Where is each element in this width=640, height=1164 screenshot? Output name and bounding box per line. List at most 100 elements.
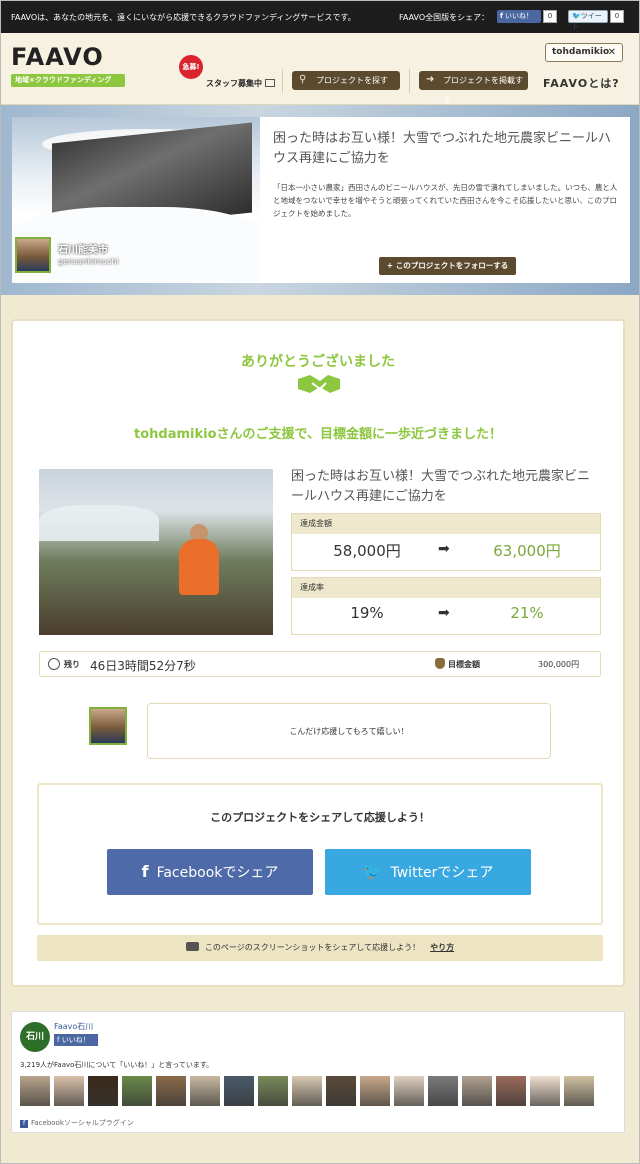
follow-project-button[interactable]: + このプロジェクトをフォローする <box>379 257 516 275</box>
fan-avatar[interactable] <box>292 1076 322 1106</box>
camera-icon <box>185 942 199 951</box>
supporter-avatar[interactable] <box>89 707 127 745</box>
project-cover-photo[interactable]: 石川能美市 gensankimuchi <box>12 117 260 283</box>
find-project-label: プロジェクトを探す <box>316 76 388 85</box>
goal-label: 目標金額 <box>448 660 480 669</box>
facebook-share-label: Facebookでシェア <box>156 865 279 881</box>
facebook-share-button[interactable]: f Facebookでシェア <box>107 849 313 895</box>
remaining-time-bar: 残り 46日3時間52分7秒 目標金額 300,000円 <box>39 651 601 677</box>
staff-recruit-label: スタッフ募集中 <box>206 79 262 88</box>
twitter-icon: 🐦 <box>362 862 383 881</box>
page-name-link[interactable]: Faavo石川 <box>54 1021 93 1032</box>
post-project-button[interactable]: ➜ プロジェクトを掲載する <box>419 71 528 104</box>
screenshot-share-bar: このページのスクリーンショットをシェアして応援しよう！ やり方 <box>37 935 603 961</box>
fan-avatar[interactable] <box>564 1076 594 1106</box>
clock-icon <box>48 658 60 670</box>
fb-like-count: 0 <box>543 10 557 23</box>
facebook-icon: f <box>141 862 149 881</box>
facebook-page-plugin: 石川 Faavo石川 f いいね！ 3,219人がFaavo石川について「いいね… <box>11 1011 625 1133</box>
plugin-footer[interactable]: f Facebookソーシャルプラグイン <box>20 1118 134 1128</box>
window-icon <box>265 79 275 87</box>
thanks-panel: ありがとうございました tohdamikioさんのご支援で、目標金額に一歩近づき… <box>11 319 625 987</box>
remaining-label: 残り <box>64 660 80 669</box>
fan-avatar[interactable] <box>258 1076 288 1106</box>
fan-avatar[interactable] <box>156 1076 186 1106</box>
fan-avatar[interactable] <box>360 1076 390 1106</box>
photo-detail <box>179 539 219 595</box>
like-count-text: 3,219人がFaavo石川について「いいね！」と言っています。 <box>20 1061 214 1069</box>
project-photo[interactable] <box>39 469 273 635</box>
thanks-heading: ありがとうございました <box>241 354 395 370</box>
fan-avatar[interactable] <box>428 1076 458 1106</box>
money-bag-icon <box>435 658 445 669</box>
find-project-button[interactable]: ⚲ プロジェクトを探す <box>292 71 400 90</box>
facebook-icon: f <box>500 12 504 20</box>
post-icon: ➜ <box>426 74 435 85</box>
page-frame: FAAVOは、あなたの地元を、遠くにいながら応援できるクラウドファンディングサー… <box>0 0 640 1164</box>
share-heading: このプロジェクトをシェアして応援しよう！ <box>210 811 430 824</box>
project-description: 「日本一小さい農家」西田さんのビニールハウスが、先日の雪で潰れてしまいました。い… <box>273 183 618 218</box>
fan-avatar[interactable] <box>326 1076 356 1106</box>
support-message: tohdamikioさんのご支援で、目標金額に一歩近づきました！ <box>134 427 502 442</box>
logo-subtitle: 地域×クラウドファンディング <box>11 74 125 87</box>
twitter-share-label: Twitterでシェア <box>390 865 494 881</box>
supporter-comment: こんだけ応援してもろて嬉しい！ <box>147 703 551 759</box>
arrow-right-icon: ➡ <box>438 541 450 557</box>
tweet-count: 0 <box>610 10 624 23</box>
twitter-icon: 🐦 <box>572 12 581 20</box>
fb-like-button[interactable]: f いいね！ <box>497 10 541 23</box>
owner-name[interactable]: 石川能美市 <box>58 241 108 256</box>
user-name: tohdamikio <box>552 47 610 57</box>
amount-stat: 達成金額 58,000円 ➡ 63,000円 <box>291 513 601 571</box>
twitter-share-button[interactable]: 🐦 Twitterでシェア <box>325 849 531 895</box>
page-logo[interactable]: 石川 <box>20 1022 50 1052</box>
fan-avatar[interactable] <box>190 1076 220 1106</box>
amount-after: 63,000円 <box>493 542 561 560</box>
fan-avatar[interactable] <box>122 1076 152 1106</box>
facebook-icon: f <box>20 1120 28 1128</box>
rate-before: 19% <box>350 604 384 622</box>
page-like-label: いいね！ <box>61 1036 90 1044</box>
how-to-link[interactable]: やり方 <box>430 943 454 952</box>
photo-detail <box>39 505 159 541</box>
project-hero: 石川能美市 gensankimuchi 困った時はお互い様！大雪でつぶれた地元農… <box>1 105 639 295</box>
owner-id: gensankimuchi <box>58 257 119 266</box>
header-divider <box>409 69 410 93</box>
faavo-logo[interactable]: FAAVO <box>11 43 104 71</box>
fan-avatar[interactable] <box>394 1076 424 1106</box>
close-icon[interactable]: ✕ <box>608 44 616 61</box>
fan-avatar[interactable] <box>88 1076 118 1106</box>
remaining-value: 46日3時間52分7秒 <box>90 659 196 673</box>
fan-avatar[interactable] <box>462 1076 492 1106</box>
about-faavo-link[interactable]: FAAVOとは? <box>543 75 620 91</box>
share-label: FAAVO全国版をシェア： <box>399 13 490 22</box>
arrow-right-icon: ➡ <box>438 605 450 621</box>
fan-avatar[interactable] <box>496 1076 526 1106</box>
fan-avatar[interactable] <box>20 1076 50 1106</box>
fan-faces <box>20 1076 620 1108</box>
project-title[interactable]: 困った時はお互い様！大雪でつぶれた地元農家ビニールハウス再建にご協力を <box>273 129 618 169</box>
rate-stat: 達成率 19% ➡ 21% <box>291 577 601 635</box>
tweet-button[interactable]: 🐦ツイート <box>568 10 608 31</box>
screenshot-share-text: このページのスクリーンショットをシェアして応援しよう！ <box>204 943 421 952</box>
fan-avatar[interactable] <box>530 1076 560 1106</box>
fan-avatar[interactable] <box>224 1076 254 1106</box>
fan-avatar[interactable] <box>54 1076 84 1106</box>
post-project-label: プロジェクトを掲載する <box>443 76 523 104</box>
plugin-footer-label: Facebookソーシャルプラグイン <box>31 1119 134 1127</box>
fb-like-label: いいね！ <box>505 12 534 20</box>
project-summary: 困った時はお互い様！大雪でつぶれた地元農家ビニールハウス再建にご協力を 「日本一… <box>260 117 630 283</box>
staff-recruit-link[interactable]: スタッフ募集中 <box>206 78 275 89</box>
site-header: FAAVO 地域×クラウドファンディング 急募! スタッフ募集中 ⚲ プロジェク… <box>1 33 639 105</box>
site-tagline: FAAVOは、あなたの地元を、遠くにいながら応援できるクラウドファンディングサー… <box>11 13 356 22</box>
urgent-badge: 急募! <box>179 55 203 79</box>
amount-before: 58,000円 <box>333 542 401 560</box>
project-title[interactable]: 困った時はお互い様！大雪でつぶれた地元農家ビニールハウス再建にご協力を <box>291 467 601 507</box>
share-section: このプロジェクトをシェアして応援しよう！ f Facebookでシェア 🐦 Twit… <box>37 783 603 925</box>
logo-text: FAAVO <box>11 43 104 71</box>
user-menu[interactable]: tohdamikio ✕ <box>545 43 623 62</box>
amount-label: 達成金額 <box>292 514 600 534</box>
rate-after: 21% <box>510 604 544 622</box>
page-like-button[interactable]: f いいね！ <box>54 1034 98 1046</box>
owner-avatar[interactable] <box>15 237 51 273</box>
